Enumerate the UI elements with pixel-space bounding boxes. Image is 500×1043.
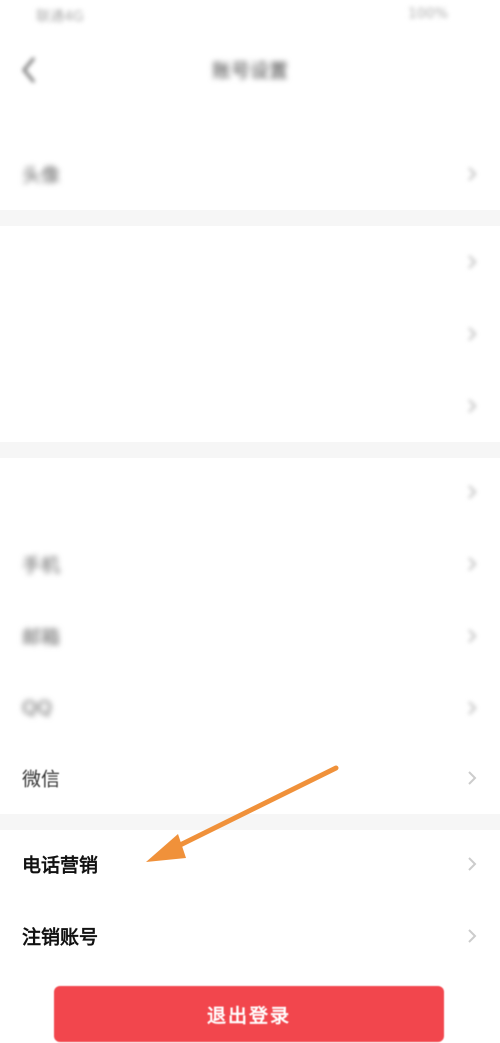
nav-bar: 账号设置: [0, 42, 500, 98]
row-label: 手机: [22, 554, 61, 577]
chevron-right-icon: [466, 770, 478, 786]
row-label: 头像: [22, 164, 61, 187]
battery-status: 100%: [407, 6, 448, 22]
chevron-right-icon: [466, 398, 478, 414]
row-label: 邮箱: [22, 626, 61, 649]
row-label: 电话营销: [22, 854, 99, 877]
carrier-status: 联通4G: [36, 9, 84, 25]
chevron-right-icon: [466, 928, 478, 944]
row-phone[interactable]: 手机: [0, 528, 500, 600]
row-avatar[interactable]: 头像: [0, 138, 500, 210]
row-qq[interactable]: QQ: [0, 672, 500, 744]
row-setting-3[interactable]: [0, 370, 500, 442]
row-account-binding[interactable]: [0, 456, 500, 528]
chevron-right-icon: [466, 856, 478, 872]
chevron-right-icon: [466, 254, 478, 270]
row-wechat[interactable]: 微信: [0, 742, 500, 814]
page-title: 账号设置: [211, 60, 288, 82]
row-setting-1[interactable]: [0, 226, 500, 298]
row-delete-account[interactable]: 注销账号: [0, 900, 500, 972]
row-label: 注销账号: [22, 926, 99, 949]
chevron-right-icon: [466, 700, 478, 716]
logout-button-wrapper: 退出登录: [54, 986, 444, 1042]
chevron-right-icon: [466, 556, 478, 572]
row-setting-2[interactable]: [0, 298, 500, 370]
row-label: QQ: [22, 697, 52, 719]
row-email[interactable]: 邮箱: [0, 600, 500, 672]
row-telemarketing[interactable]: 电话营销: [0, 828, 500, 900]
logout-button[interactable]: 退出登录: [54, 986, 444, 1042]
chevron-right-icon: [466, 628, 478, 644]
chevron-right-icon: [466, 326, 478, 342]
section-divider: [0, 210, 500, 226]
row-label: 微信: [22, 768, 61, 791]
status-bar: 联通4G 100%: [0, 0, 500, 34]
chevron-right-icon: [466, 484, 478, 500]
chevron-right-icon: [466, 166, 478, 182]
